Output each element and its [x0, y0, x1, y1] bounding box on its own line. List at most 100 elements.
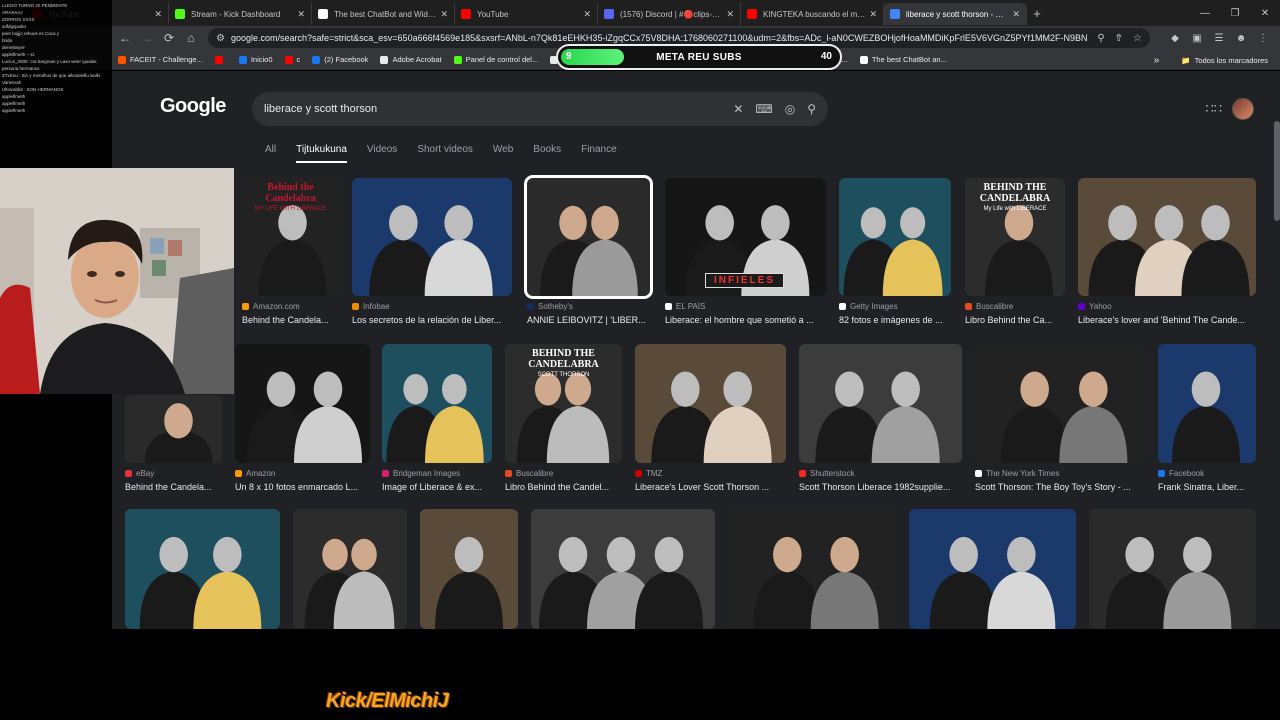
tab-close-icon[interactable]: ✕ — [1012, 9, 1020, 20]
result-caption[interactable]: Bridgeman Images Image of Liberace & ex..… — [382, 469, 492, 492]
chat-message: Lucius_2000 : Ira bargman y Laxo wrier i… — [2, 59, 97, 64]
search-tab[interactable]: Tijtukukuna — [296, 144, 347, 163]
forward-icon[interactable]: → — [136, 31, 158, 45]
bookmark-item[interactable] — [214, 55, 227, 64]
reload-icon[interactable]: ⟳ — [158, 31, 180, 45]
result-image[interactable] — [635, 344, 786, 463]
bookmark-item[interactable]: (2) Facebook — [312, 55, 368, 64]
search-icon[interactable]: ⚲ — [807, 102, 816, 116]
search-box[interactable]: liberace y scott thorson ✕ ⌨ ◎ ⚲ — [252, 92, 828, 126]
keyboard-icon[interactable]: ⌨ — [755, 102, 772, 116]
result-image[interactable] — [352, 178, 512, 296]
result-caption[interactable]: Facebook Frank Sinatra, Liber... — [1158, 469, 1256, 492]
extensions-puzzle-icon[interactable]: ▣ — [1190, 33, 1204, 44]
result-image[interactable] — [975, 344, 1145, 463]
close-window-icon[interactable]: ✕ — [1250, 8, 1280, 19]
result-caption[interactable]: Yahoo Liberace's lover and 'Behind The Ca… — [1078, 302, 1256, 325]
bookmarks-overflow-button[interactable]: » — [1154, 55, 1160, 66]
tab-close-icon[interactable]: ✕ — [440, 9, 448, 20]
result-caption[interactable]: Shutterstock Scott Thorson Liberace 1982s… — [799, 469, 962, 492]
result-image[interactable] — [382, 344, 492, 463]
result-caption[interactable]: Getty Images 82 fotos e imágenes de ... — [839, 302, 951, 325]
result-image[interactable] — [524, 175, 653, 299]
site-info-icon[interactable]: ⚙ — [216, 33, 225, 44]
lens-icon[interactable]: ◎ — [785, 102, 795, 116]
result-image[interactable]: INFIELES — [665, 178, 826, 296]
result-image[interactable] — [909, 509, 1076, 629]
result-image[interactable] — [1089, 509, 1256, 629]
search-tab[interactable]: All — [265, 144, 276, 163]
search-input[interactable]: liberace y scott thorson — [264, 103, 721, 115]
result-caption[interactable]: Sotheby's ANNIE LEIBOVITZ | 'LIBER... — [527, 302, 650, 325]
result-image[interactable] — [420, 509, 518, 629]
profile-icon[interactable]: ☻ — [1234, 33, 1248, 44]
result-photo — [975, 344, 1145, 463]
result-caption[interactable]: EL PAÍS Liberace: el hombre que sometió a… — [665, 302, 826, 325]
result-caption[interactable]: Infobae Los secretos de la relación de Li… — [352, 302, 512, 325]
browser-tab[interactable]: liberace y scott thorson - Masi ✕ — [884, 3, 1027, 25]
share-icon[interactable]: ⇮ — [1115, 33, 1123, 44]
home-icon[interactable]: ⌂ — [180, 31, 202, 45]
avatar[interactable] — [1232, 98, 1254, 120]
result-image[interactable] — [531, 509, 715, 629]
search-tab[interactable]: Finance — [581, 144, 617, 163]
google-logo[interactable]: Google — [160, 95, 226, 118]
back-icon[interactable]: ← — [114, 31, 136, 45]
result-image[interactable]: BEHIND THE CANDELABRA My Life with LIBERA… — [965, 178, 1065, 296]
result-image[interactable] — [293, 509, 407, 629]
search-tab[interactable]: Web — [493, 144, 513, 163]
maximize-icon[interactable]: ❐ — [1220, 8, 1250, 19]
result-caption[interactable]: Amazon.com Behind the Candela... — [242, 302, 339, 325]
result-image[interactable] — [1078, 178, 1256, 296]
clear-icon[interactable]: ✕ — [733, 102, 743, 116]
scrollbar[interactable] — [1274, 121, 1280, 221]
result-image[interactable] — [125, 395, 222, 463]
result-caption[interactable]: Buscalibre Libro Behind the Candel... — [505, 469, 622, 492]
person-head — [654, 536, 684, 573]
result-caption[interactable]: eBay Behind the Candela... — [125, 469, 222, 492]
bookmark-item[interactable]: Adobe Acrobat — [380, 55, 442, 64]
new-tab-button[interactable]: + — [1027, 6, 1047, 21]
browser-tab[interactable]: KINGTEKA buscando el mejor C ✕ — [741, 3, 884, 25]
result-caption[interactable]: Buscalibre Libro Behind the Ca... — [965, 302, 1065, 325]
tab-close-icon[interactable]: ✕ — [583, 9, 591, 20]
browser-tab[interactable]: (1576) Discord | #🔴clips-mem ✕ — [598, 3, 741, 25]
search-tab[interactable]: Books — [533, 144, 561, 163]
browser-tab[interactable]: YouTube ✕ — [455, 3, 598, 25]
bookmark-item[interactable]: c — [284, 55, 300, 64]
bookmark-item[interactable]: The best ChatBot an... — [859, 55, 947, 64]
result-title: Scott Thorson Liberace 1982supplie... — [799, 482, 951, 492]
url-text: google.com/search?safe=strict&sca_esv=65… — [230, 33, 1088, 43]
all-bookmarks-button[interactable]: Todos los marcadores — [1195, 56, 1268, 65]
result-image[interactable] — [799, 344, 962, 463]
apps-grid-icon[interactable]: ∷∷ — [1205, 101, 1222, 117]
tab-close-icon[interactable]: ✕ — [726, 9, 734, 20]
result-image[interactable] — [839, 178, 951, 296]
minimize-icon[interactable]: — — [1190, 8, 1220, 19]
result-image[interactable] — [729, 509, 895, 629]
result-caption[interactable]: The New York Times Scott Thorson: The Boy… — [975, 469, 1145, 492]
media-icon[interactable]: ☰ — [1212, 33, 1226, 44]
person-head — [403, 373, 428, 405]
tab-close-icon[interactable]: ✕ — [869, 9, 877, 20]
zoom-icon[interactable]: ⚲ — [1097, 33, 1104, 44]
result-image[interactable] — [235, 344, 370, 463]
bookmark-item[interactable]: Panel de control del... — [453, 55, 538, 64]
menu-icon[interactable]: ⋮ — [1256, 33, 1270, 44]
bookmark-star-icon[interactable]: ☆ — [1133, 33, 1142, 44]
bookmark-item[interactable]: FACEIT - Challenge... — [118, 55, 203, 64]
search-tab[interactable]: Videos — [367, 144, 397, 163]
result-image[interactable]: Behind the Candelabra MY LIFE WITH LIBERA… — [242, 178, 339, 296]
browser-tab[interactable]: Stream - Kick Dashboard ✕ — [169, 3, 312, 25]
result-image[interactable]: BEHIND THE CANDELABRA SCOTT THORSON — [505, 344, 622, 463]
tab-close-icon[interactable]: ✕ — [154, 9, 162, 20]
result-caption[interactable]: Amazon Un 8 x 10 fotos enmarcado L... — [235, 469, 370, 492]
result-caption[interactable]: TMZ Liberace's Lover Scott Thorson ... — [635, 469, 786, 492]
result-image[interactable] — [1158, 344, 1256, 463]
bookmark-item[interactable]: Inicio0 — [238, 55, 273, 64]
tab-close-icon[interactable]: ✕ — [297, 9, 305, 20]
extension-icon[interactable]: ◆ — [1168, 33, 1182, 44]
browser-tab[interactable]: The best ChatBot and Widgets ✕ — [312, 3, 455, 25]
result-image[interactable] — [125, 509, 280, 629]
search-tab[interactable]: Short videos — [417, 144, 473, 163]
